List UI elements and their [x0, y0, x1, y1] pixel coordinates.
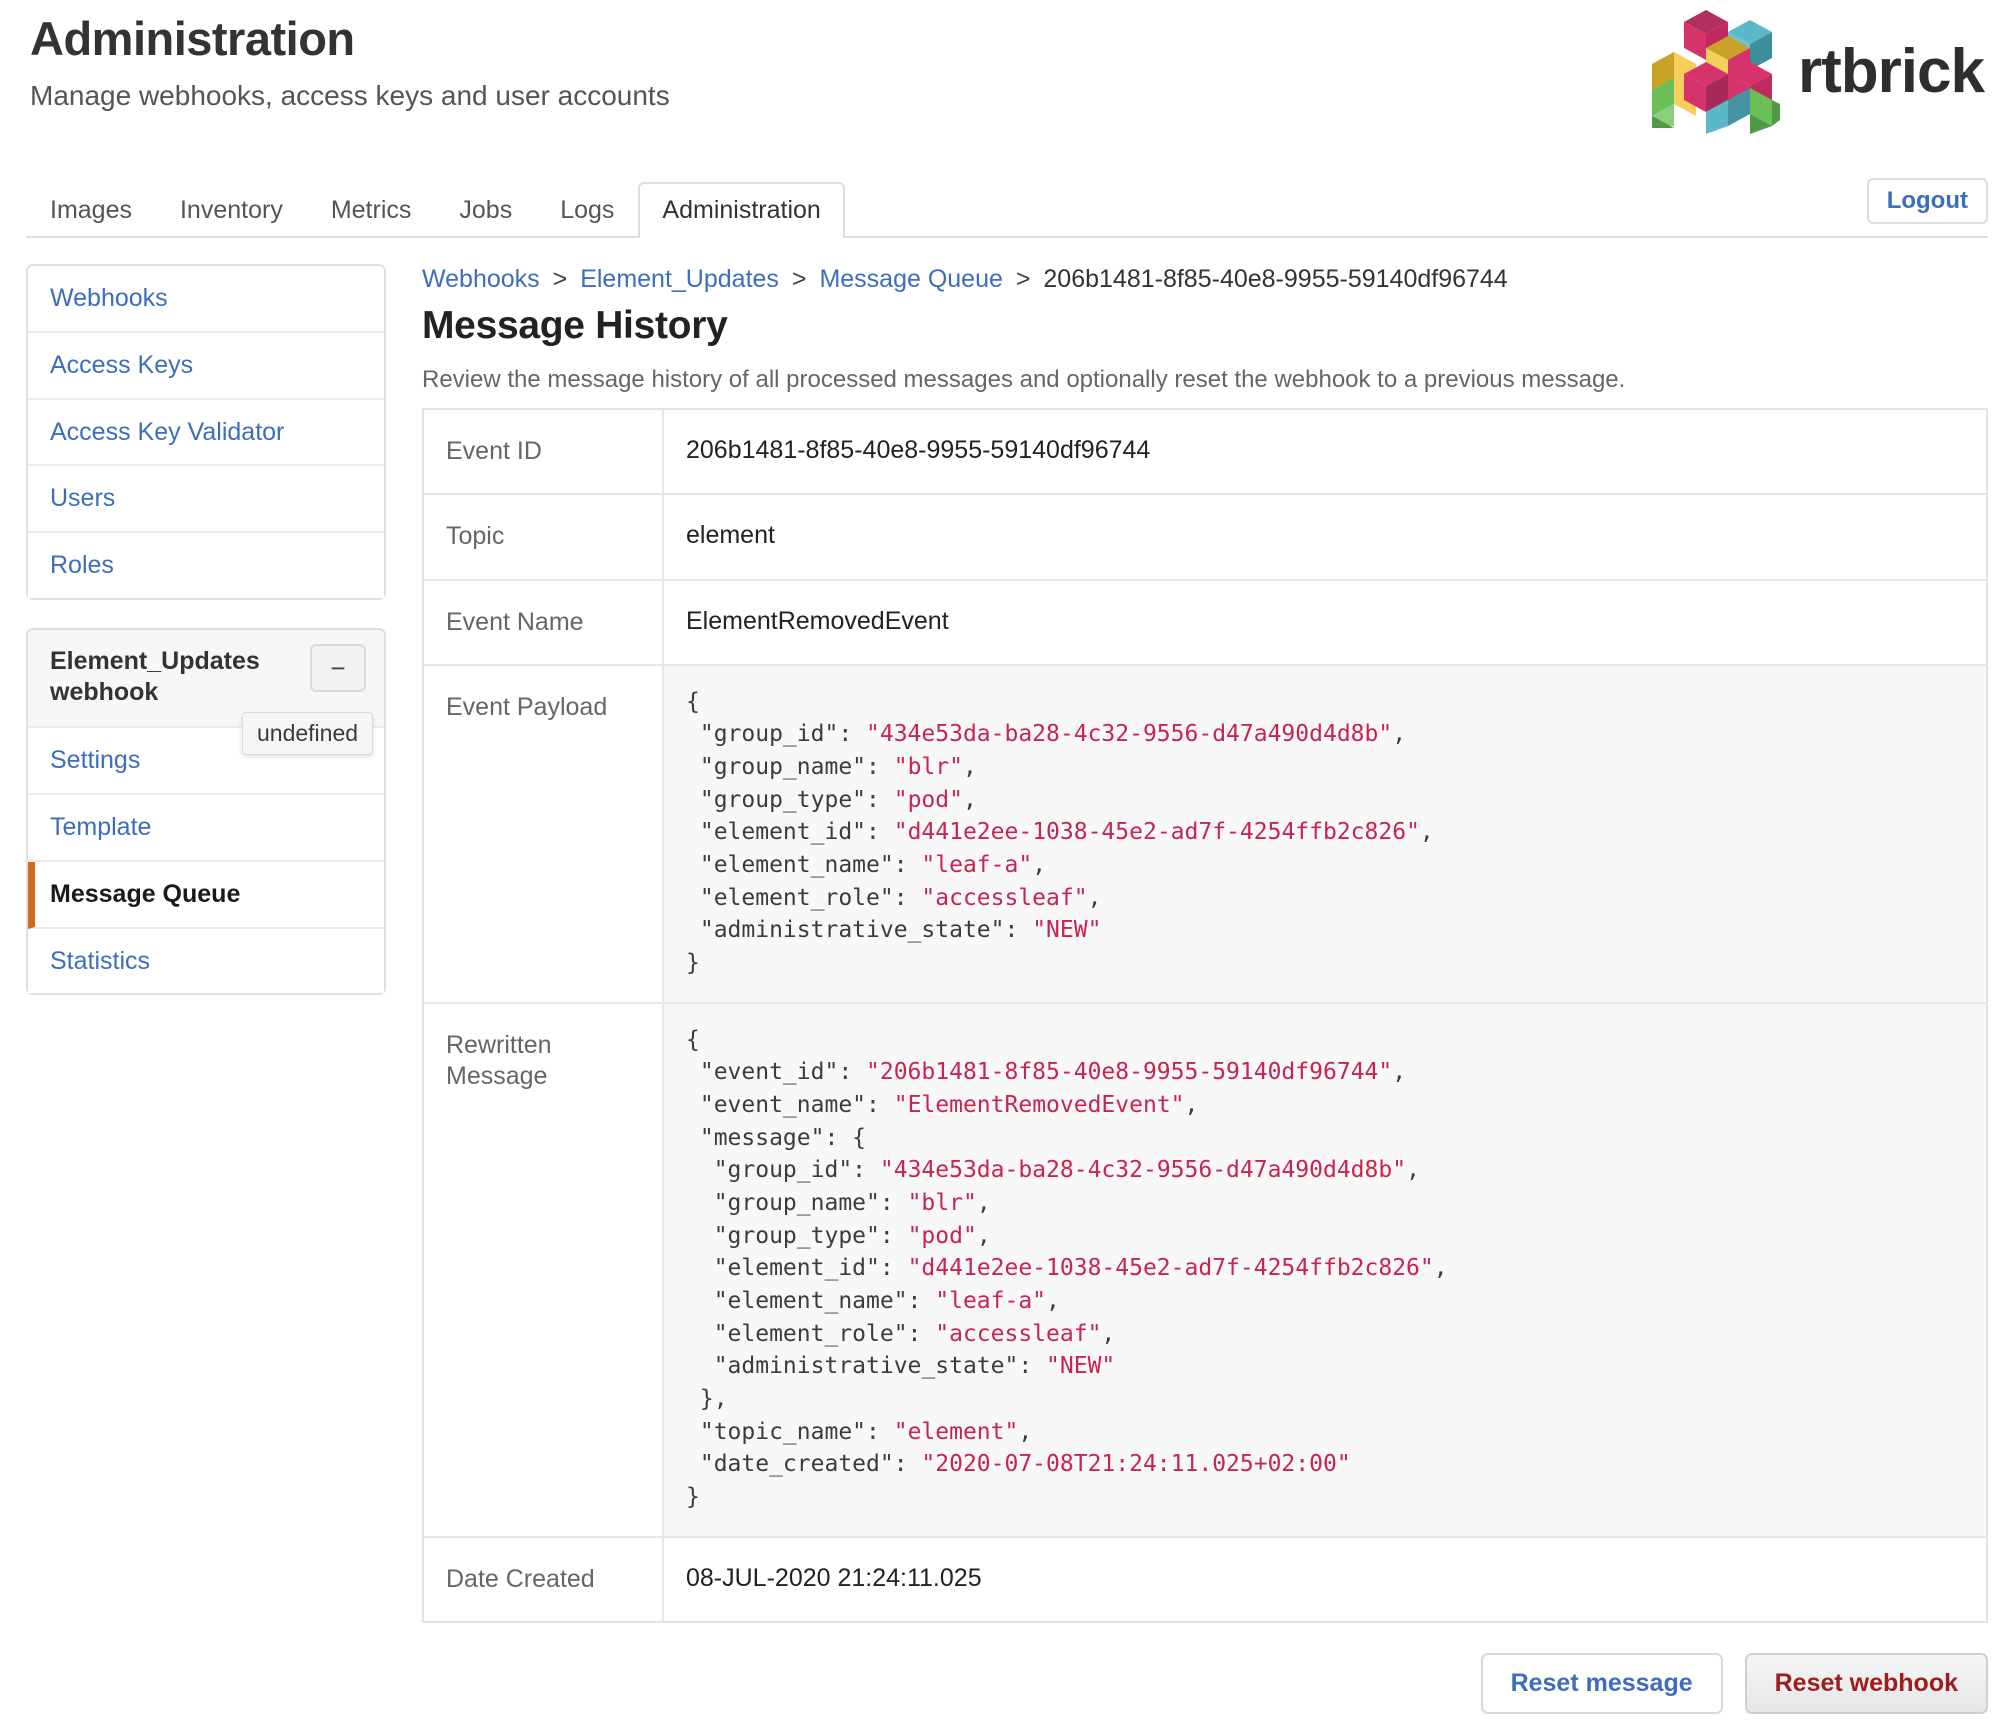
content-title: Message History: [422, 304, 728, 347]
row-label-event-name: Event Name: [423, 579, 664, 665]
row-label-event-payload: Event Payload: [423, 664, 664, 1003]
row-value-topic: element: [663, 494, 1987, 580]
brand-logo: rtbrick: [1640, 8, 1985, 136]
sidebar-item-statistics[interactable]: Statistics: [28, 928, 384, 994]
table-row: Event Name ElementRemovedEvent: [423, 579, 1987, 665]
tooltip-undefined: undefined: [242, 711, 374, 755]
table-row: Event ID 206b1481-8f85-40e8-9955-59140df…: [423, 409, 1987, 495]
row-value-rewritten-message: { "event_id": "206b1481-8f85-40e8-9955-5…: [663, 1002, 1987, 1537]
page-header: Administration Manage webhooks, access k…: [0, 0, 2014, 176]
table-row: Event Payload { "group_id": "434e53da-ba…: [423, 664, 1987, 1003]
table-row: Rewritten Message { "event_id": "206b148…: [423, 1002, 1987, 1537]
breadcrumb-item-webhooks[interactable]: Webhooks: [422, 265, 540, 293]
webhook-panel-header: Element_Updates webhook − undefined: [28, 629, 384, 755]
tab-inventory[interactable]: Inventory: [156, 182, 307, 238]
breadcrumb: Webhooks > Element_Updates > Message Que…: [422, 264, 1988, 294]
sidebar: Webhooks Access Keys Access Key Validato…: [26, 264, 386, 1023]
breadcrumb-separator: >: [1015, 265, 1031, 293]
content-description: Review the message history of all proces…: [422, 366, 1626, 393]
sidebar-primary-panel: Webhooks Access Keys Access Key Validato…: [26, 264, 386, 600]
breadcrumb-item-message-queue[interactable]: Message Queue: [819, 265, 1002, 293]
sidebar-item-webhooks[interactable]: Webhooks: [28, 266, 384, 333]
row-value-event-id: 206b1481-8f85-40e8-9955-59140df96744: [663, 409, 1987, 495]
row-label-event-id: Event ID: [423, 409, 664, 495]
row-label-topic: Topic: [423, 494, 664, 580]
message-detail-table: Event ID 206b1481-8f85-40e8-9955-59140df…: [422, 408, 1988, 1623]
tab-administration[interactable]: Administration: [638, 182, 845, 238]
sidebar-item-message-queue[interactable]: Message Queue: [28, 861, 384, 929]
breadcrumb-item-event-id: 206b1481-8f85-40e8-9955-59140df96744: [1043, 265, 1508, 293]
event-payload-json: { "group_id": "434e53da-ba28-4c32-9556-d…: [686, 688, 1434, 976]
sidebar-item-template[interactable]: Template: [28, 795, 384, 862]
tab-images[interactable]: Images: [26, 182, 156, 238]
action-bar: Reset message Reset webhook: [422, 1652, 1988, 1734]
sidebar-webhook-panel: Element_Updates webhook − undefined Sett…: [26, 627, 386, 996]
reset-webhook-button[interactable]: Reset webhook: [1744, 1652, 1988, 1714]
tab-metrics[interactable]: Metrics: [307, 182, 436, 238]
reset-message-button[interactable]: Reset message: [1480, 1652, 1723, 1714]
rtbrick-cube-icon: [1652, 10, 1781, 134]
row-value-event-name: ElementRemovedEvent: [663, 579, 1987, 665]
brand-name: rtbrick: [1798, 37, 1985, 106]
logout-button[interactable]: Logout: [1866, 178, 1988, 224]
row-label-date-created: Date Created: [423, 1536, 664, 1622]
table-row: Date Created 08-JUL-2020 21:24:11.025: [423, 1536, 1987, 1622]
row-label-rewritten-message: Rewritten Message: [423, 1002, 664, 1537]
row-value-event-payload: { "group_id": "434e53da-ba28-4c32-9556-d…: [663, 664, 1987, 1003]
webhook-panel-title: Element_Updates webhook: [50, 646, 260, 706]
breadcrumb-item-element-updates[interactable]: Element_Updates: [580, 265, 779, 293]
row-value-date-created: 08-JUL-2020 21:24:11.025: [663, 1536, 1987, 1622]
tab-jobs[interactable]: Jobs: [435, 182, 536, 238]
rewritten-message-json: { "event_id": "206b1481-8f85-40e8-9955-5…: [686, 1026, 1448, 1510]
collapse-panel-button[interactable]: −: [310, 643, 366, 692]
breadcrumb-separator: >: [552, 265, 568, 293]
sidebar-item-users[interactable]: Users: [28, 466, 384, 533]
tab-logs[interactable]: Logs: [536, 182, 638, 238]
breadcrumb-separator: >: [791, 265, 807, 293]
sidebar-item-access-key-validator[interactable]: Access Key Validator: [28, 399, 384, 467]
sidebar-item-access-keys[interactable]: Access Keys: [28, 332, 384, 400]
content-area: Webhooks Access Keys Access Key Validato…: [0, 238, 2014, 1734]
table-row: Topic element: [423, 494, 1987, 580]
sidebar-item-roles[interactable]: Roles: [28, 533, 384, 598]
main-tab-bar: Images Inventory Metrics Jobs Logs Admin…: [26, 176, 1988, 238]
main-content: Webhooks > Element_Updates > Message Que…: [422, 264, 1988, 1734]
